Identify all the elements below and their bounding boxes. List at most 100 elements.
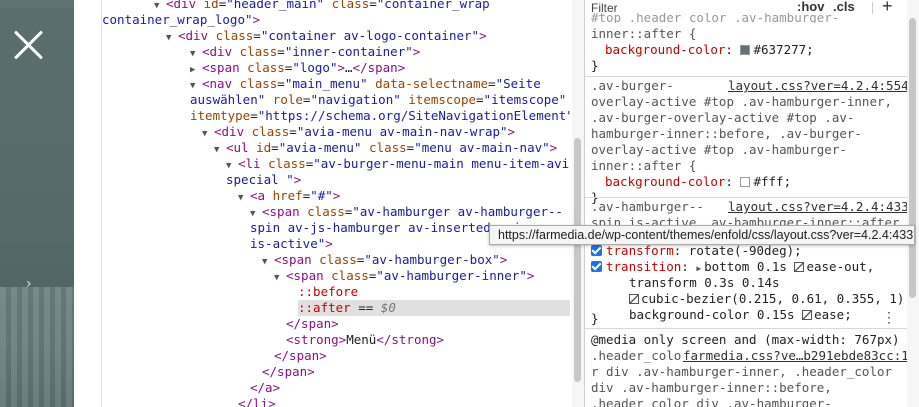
dom-node[interactable]: <strong>Menü</strong> bbox=[286, 332, 570, 348]
dom-node[interactable]: itemtype="https://schema.org/SiteNavigat… bbox=[190, 108, 570, 124]
dom-token: </a> bbox=[250, 380, 281, 395]
rule2-decl-transition[interactable]: transition: ▶ bottom 0.1s ease-out, bbox=[591, 259, 874, 275]
dom-token: class bbox=[307, 204, 345, 219]
dom-gutter bbox=[74, 0, 102, 407]
dom-token: ::after bbox=[298, 300, 351, 315]
dom-token: container_wrap_logo" bbox=[102, 12, 253, 27]
dom-token: <div bbox=[178, 28, 216, 43]
dom-node[interactable]: ▶ <span class="logo">…</span> bbox=[190, 60, 570, 76]
dom-token: class bbox=[247, 60, 285, 75]
dom-node[interactable]: ▼ <a href="#"> bbox=[238, 188, 570, 204]
dom-node-selected[interactable]: ::after == $0 bbox=[298, 300, 570, 316]
dom-token: <ul bbox=[226, 140, 257, 155]
expand-triangle-down-icon[interactable]: ▼ bbox=[214, 142, 226, 158]
expand-triangle-down-icon[interactable]: ▼ bbox=[238, 190, 250, 206]
dom-node[interactable]: </span> bbox=[262, 364, 570, 380]
dom-node[interactable]: </span> bbox=[274, 348, 570, 364]
dom-token: "av-hamburger-box" bbox=[364, 252, 500, 267]
rule0-value[interactable]: #637277; bbox=[753, 42, 813, 57]
easing-curve-icon[interactable] bbox=[794, 262, 805, 272]
dom-token: </strong> bbox=[376, 332, 445, 347]
dom-token: itemtype bbox=[190, 108, 251, 123]
rule0-declaration[interactable]: background-color: #637277; bbox=[605, 42, 814, 58]
easing-curve-icon[interactable] bbox=[629, 294, 639, 304]
dom-node[interactable]: ::before bbox=[298, 284, 570, 300]
dom-node[interactable]: </a> bbox=[250, 380, 570, 396]
kebab-menu-icon[interactable]: ⋮ bbox=[882, 309, 896, 326]
rule3-source-link[interactable]: farmedia.css?ve…b291ebde83cc:1 bbox=[683, 348, 907, 364]
rule3-media-query: @media only screen and (max-width: 767px… bbox=[591, 332, 900, 347]
dom-node[interactable]: ▼ <div class="avia-menu av-main-nav-wrap"… bbox=[202, 124, 570, 140]
dom-node[interactable]: special "> bbox=[226, 172, 570, 188]
color-swatch[interactable] bbox=[740, 45, 751, 55]
dom-token: class bbox=[239, 44, 278, 59]
dom-token: <div bbox=[214, 124, 252, 139]
dom-token: class bbox=[369, 140, 407, 155]
rule1-declaration[interactable]: background-color: #fff; bbox=[605, 174, 791, 190]
dom-token: … bbox=[345, 60, 353, 75]
rule-divider bbox=[585, 76, 907, 77]
cls-toggle-button[interactable]: .cls bbox=[833, 0, 855, 14]
dom-node[interactable]: ▼ <span class="av-hamburger-box"> bbox=[262, 252, 570, 268]
rule1-value[interactable]: #fff; bbox=[753, 174, 791, 189]
rule2-decl-transform[interactable]: transform: rotate(-90deg); bbox=[591, 243, 802, 259]
elements-scrollbar-thumb[interactable] bbox=[574, 138, 581, 382]
toolbar-separator bbox=[872, 2, 873, 14]
dom-token: <span bbox=[286, 268, 332, 283]
property-checkbox[interactable] bbox=[591, 245, 602, 256]
dom-token: > bbox=[293, 172, 302, 187]
dom-node[interactable]: ▼ <span class="av-hamburger-inner"> bbox=[274, 268, 570, 284]
easing-curve-icon[interactable] bbox=[802, 310, 813, 320]
dom-token: id bbox=[203, 0, 219, 11]
dom-token: class bbox=[331, 0, 370, 11]
expand-triangle-down-icon[interactable]: ▼ bbox=[166, 30, 178, 46]
rule1-source-link[interactable]: layout.css?ver=4.2.4:554 bbox=[728, 78, 907, 94]
rule1-selector-line-6: inner::after { bbox=[591, 158, 697, 173]
rule2-source-link[interactable]: layout.css?ver=4.2.4:433 bbox=[728, 199, 907, 215]
dom-node[interactable]: ▼ <div class="container av-logo-container… bbox=[166, 28, 570, 44]
close-icon[interactable] bbox=[12, 28, 46, 62]
color-swatch[interactable] bbox=[740, 177, 751, 187]
styles-scrollbar-thumb[interactable] bbox=[909, 18, 916, 298]
dom-node[interactable]: ▼ <div class="inner-container"> bbox=[190, 44, 570, 60]
dom-token: > bbox=[526, 268, 535, 283]
dom-token: class bbox=[239, 76, 278, 91]
rule-divider bbox=[585, 328, 907, 329]
dom-token: "header_main" bbox=[226, 0, 325, 11]
dom-node[interactable]: ▼ <li class="av-burger-menu-main menu-ite… bbox=[226, 156, 570, 172]
dom-token: role bbox=[272, 92, 303, 107]
dom-node[interactable]: ▼ <ul id="avia-menu" class="menu av-main-… bbox=[214, 140, 570, 156]
dom-node[interactable]: auswählen" role="navigation" itemscope="… bbox=[190, 92, 570, 108]
property-checkbox[interactable] bbox=[591, 261, 602, 272]
rule1-prop[interactable]: background-color bbox=[605, 174, 725, 189]
rule1-selector-line-5: overlay-active #top .av-hamburger- bbox=[591, 142, 847, 157]
rule0-prop[interactable]: background-color bbox=[605, 42, 725, 57]
dom-token: Menü bbox=[346, 332, 377, 347]
dom-node[interactable]: ▼ <span class="av-hamburger av-hamburger-… bbox=[250, 204, 570, 220]
new-style-rule-button[interactable]: + bbox=[882, 0, 893, 17]
rule2-selector-line-1: .av-hamburger-- bbox=[591, 199, 704, 214]
styles-scrollbar[interactable] bbox=[907, 0, 919, 407]
dom-token: > bbox=[549, 140, 558, 155]
dom-token: class bbox=[215, 28, 254, 43]
dom-node[interactable]: ▼ <nav class="main_menu" data-selectname=… bbox=[190, 76, 570, 92]
rule1-selector-line-1: .av-burger- bbox=[591, 78, 674, 93]
expand-triangle-down-icon[interactable]: ▼ bbox=[274, 270, 286, 286]
elements-tree[interactable]: ▼ <div id="header_main" class="container_… bbox=[102, 0, 570, 407]
elements-scrollbar[interactable] bbox=[572, 0, 584, 407]
dom-token bbox=[324, 0, 332, 11]
dom-token: <span bbox=[262, 204, 308, 219]
hov-toggle-button[interactable]: :hov bbox=[797, 0, 824, 14]
dom-node[interactable]: </span> bbox=[286, 316, 570, 332]
dom-node[interactable]: container_wrap_logo"> bbox=[102, 12, 570, 28]
rule0-selector: #top .header_color .av-hamburger- bbox=[591, 13, 840, 23]
rule3-selector-line-4: .header_color div .av-hamburger- bbox=[591, 396, 832, 407]
expand-triangle-icon[interactable]: ▶ bbox=[696, 264, 701, 273]
dom-token: <a bbox=[250, 188, 273, 203]
dom-node[interactable]: </li> bbox=[238, 396, 570, 407]
dom-token: <span bbox=[202, 60, 248, 75]
rule0-close-brace: } bbox=[591, 58, 599, 73]
expand-triangle-down-icon[interactable]: ▼ bbox=[262, 254, 274, 270]
dom-node[interactable]: ▼ <div id="header_main" class="container_… bbox=[154, 0, 570, 12]
expand-triangle-down-icon[interactable]: ▼ bbox=[202, 126, 214, 142]
